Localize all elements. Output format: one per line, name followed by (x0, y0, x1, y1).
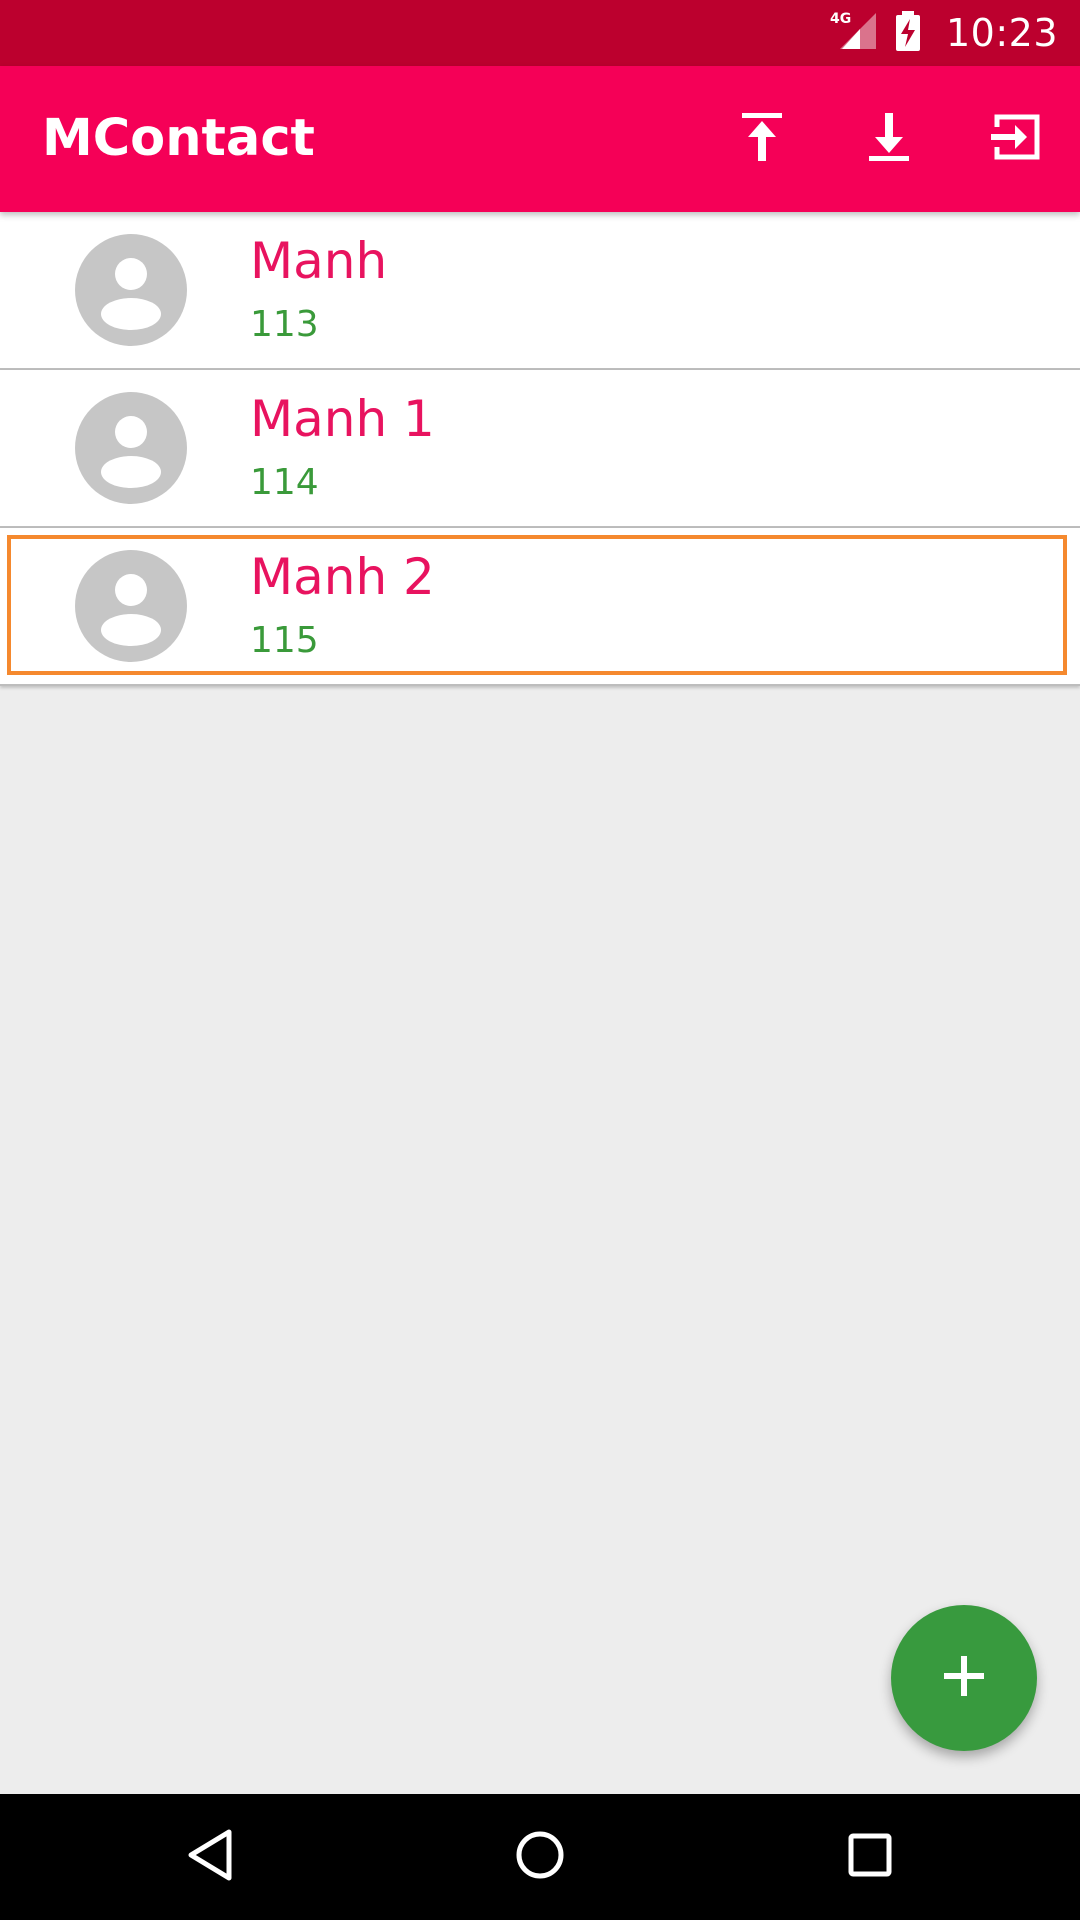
battery-charging-icon (894, 9, 922, 58)
add-icon (942, 1654, 986, 1703)
contact-name: Manh 1 (250, 390, 435, 448)
contact-row[interactable]: Manh 1 114 (0, 370, 1080, 528)
contact-phone: 115 (250, 620, 319, 661)
recents-icon (843, 1828, 897, 1887)
back-icon (183, 1828, 237, 1887)
upload-button[interactable] (722, 99, 802, 179)
status-icons: 4G 10:23 (830, 0, 1058, 66)
person-icon (75, 550, 187, 662)
contact-name: Manh 2 (250, 548, 435, 606)
recents-button[interactable] (830, 1817, 910, 1897)
download-button[interactable] (849, 99, 929, 179)
person-icon (75, 392, 187, 504)
app-title: MContact (42, 109, 315, 168)
contact-row-selected[interactable]: Manh 2 115 (0, 528, 1080, 686)
contact-name: Manh (250, 232, 388, 290)
app-bar: MContact (0, 66, 1080, 212)
upload-icon (738, 111, 786, 168)
contact-phone: 113 (250, 304, 319, 345)
contact-phone: 114 (250, 462, 319, 503)
person-icon (75, 234, 187, 346)
add-contact-button[interactable] (891, 1605, 1037, 1751)
network-type: 4G (830, 11, 851, 27)
status-bar: 4G 10:23 (0, 0, 1080, 66)
logout-icon (991, 111, 1043, 168)
status-time: 10:23 (945, 11, 1058, 55)
signal-4g-icon: 4G (830, 9, 878, 58)
home-icon (513, 1828, 567, 1887)
back-button[interactable] (170, 1817, 250, 1897)
navigation-bar (0, 1794, 1080, 1920)
contact-list: Manh 113 Manh 1 114 Manh 2 115 (0, 212, 1080, 686)
exit-button[interactable] (977, 99, 1057, 179)
home-button[interactable] (500, 1817, 580, 1897)
download-icon (865, 111, 913, 168)
contact-row[interactable]: Manh 113 (0, 212, 1080, 370)
